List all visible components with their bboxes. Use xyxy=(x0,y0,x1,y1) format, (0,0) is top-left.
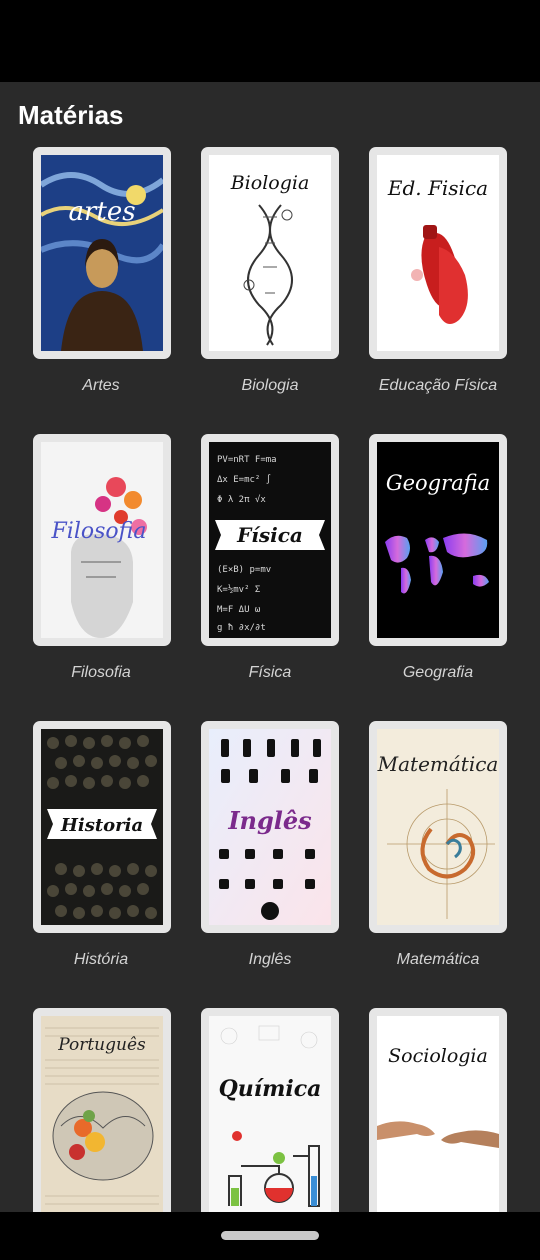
svg-text:g ħ ∂x/∂t: g ħ ∂x/∂t xyxy=(217,623,266,633)
artes-cover-image: artes xyxy=(41,155,163,351)
matematica-cover-title: Matemática xyxy=(377,752,498,776)
svg-text:K=½mv² Σ: K=½mv² Σ xyxy=(217,584,260,595)
subject-card-sociologia[interactable]: Sociologia xyxy=(369,1008,507,1212)
geografia-cover-title: Geografia xyxy=(386,471,490,495)
subject-card-fisica[interactable]: PV=nRT F=ma Δx E=mc² ∫ Φ λ 2π √x (E×B) p… xyxy=(201,434,339,646)
ingles-cover-title: Inglês xyxy=(227,806,312,835)
svg-text:PV=nRT F=ma: PV=nRT F=ma xyxy=(217,455,277,465)
biologia-cover-image: Biologia xyxy=(209,155,331,351)
educacao-fisica-cover-title: Ed. Fisica xyxy=(387,176,488,200)
sociologia-cover-image: Sociologia xyxy=(377,1016,499,1212)
historia-cover-image: Historia xyxy=(41,729,163,925)
subjects-grid[interactable]: artes Artes Biologia Biologia Ed. Fisica… xyxy=(0,147,540,1212)
subject-label-geografia[interactable]: Geografia xyxy=(354,664,522,682)
educacao-fisica-cover-image: Ed. Fisica xyxy=(377,155,499,351)
subject-card-geografia[interactable]: Geografia xyxy=(369,434,507,646)
quimica-cover-title: Química xyxy=(219,1076,322,1102)
portugues-cover-image: Português xyxy=(41,1016,163,1212)
artes-cover-title: artes xyxy=(68,197,135,227)
geografia-cover-image: Geografia xyxy=(377,442,499,638)
svg-text:Φ λ 2π √x: Φ λ 2π √x xyxy=(217,494,266,505)
subject-label-historia[interactable]: História xyxy=(17,951,185,969)
subject-label-ingles[interactable]: Inglês xyxy=(186,951,354,969)
subject-card-matematica[interactable]: Matemática xyxy=(369,721,507,933)
historia-cover-title: Historia xyxy=(60,815,143,836)
subject-card-quimica[interactable]: Química xyxy=(201,1008,339,1212)
quimica-cover-image: Química xyxy=(209,1016,331,1212)
portugues-cover-title: Português xyxy=(57,1035,146,1055)
filosofia-cover-title: Filosofia xyxy=(51,519,147,544)
subject-label-filosofia[interactable]: Filosofia xyxy=(17,664,185,682)
fisica-cover-image: PV=nRT F=ma Δx E=mc² ∫ Φ λ 2π √x (E×B) p… xyxy=(209,442,331,638)
subject-card-educacao-fisica[interactable]: Ed. Fisica xyxy=(369,147,507,359)
subject-card-historia[interactable]: Historia xyxy=(33,721,171,933)
subject-label-matematica[interactable]: Matemática xyxy=(354,951,522,969)
subject-card-portugues[interactable]: Português xyxy=(33,1008,171,1212)
subject-label-educacao-fisica[interactable]: Educação Física xyxy=(354,377,522,395)
ingles-cover-image: Inglês xyxy=(209,729,331,925)
svg-text:Δx E=mc² ∫: Δx E=mc² ∫ xyxy=(217,474,271,485)
status-bar xyxy=(0,0,540,82)
svg-text:M=F ΔU ω: M=F ΔU ω xyxy=(217,605,261,615)
fisica-cover-title: Física xyxy=(236,523,303,547)
subject-label-fisica[interactable]: Física xyxy=(186,664,354,682)
subject-card-ingles[interactable]: Inglês xyxy=(201,721,339,933)
page-title: Matérias xyxy=(18,100,124,130)
subject-card-filosofia[interactable]: Filosofia xyxy=(33,434,171,646)
subject-label-artes[interactable]: Artes xyxy=(17,377,185,395)
home-gesture-handle[interactable] xyxy=(221,1231,319,1240)
sociologia-cover-title: Sociologia xyxy=(388,1045,488,1067)
navigation-bar xyxy=(0,1212,540,1260)
subject-card-biologia[interactable]: Biologia xyxy=(201,147,339,359)
svg-text:(E×B) p=mv: (E×B) p=mv xyxy=(217,565,271,575)
filosofia-cover-image: Filosofia xyxy=(41,442,163,638)
biologia-cover-title: Biologia xyxy=(230,172,310,194)
subject-card-artes[interactable]: artes xyxy=(33,147,171,359)
matematica-cover-image: Matemática xyxy=(377,729,499,925)
subject-label-biologia[interactable]: Biologia xyxy=(186,377,354,395)
